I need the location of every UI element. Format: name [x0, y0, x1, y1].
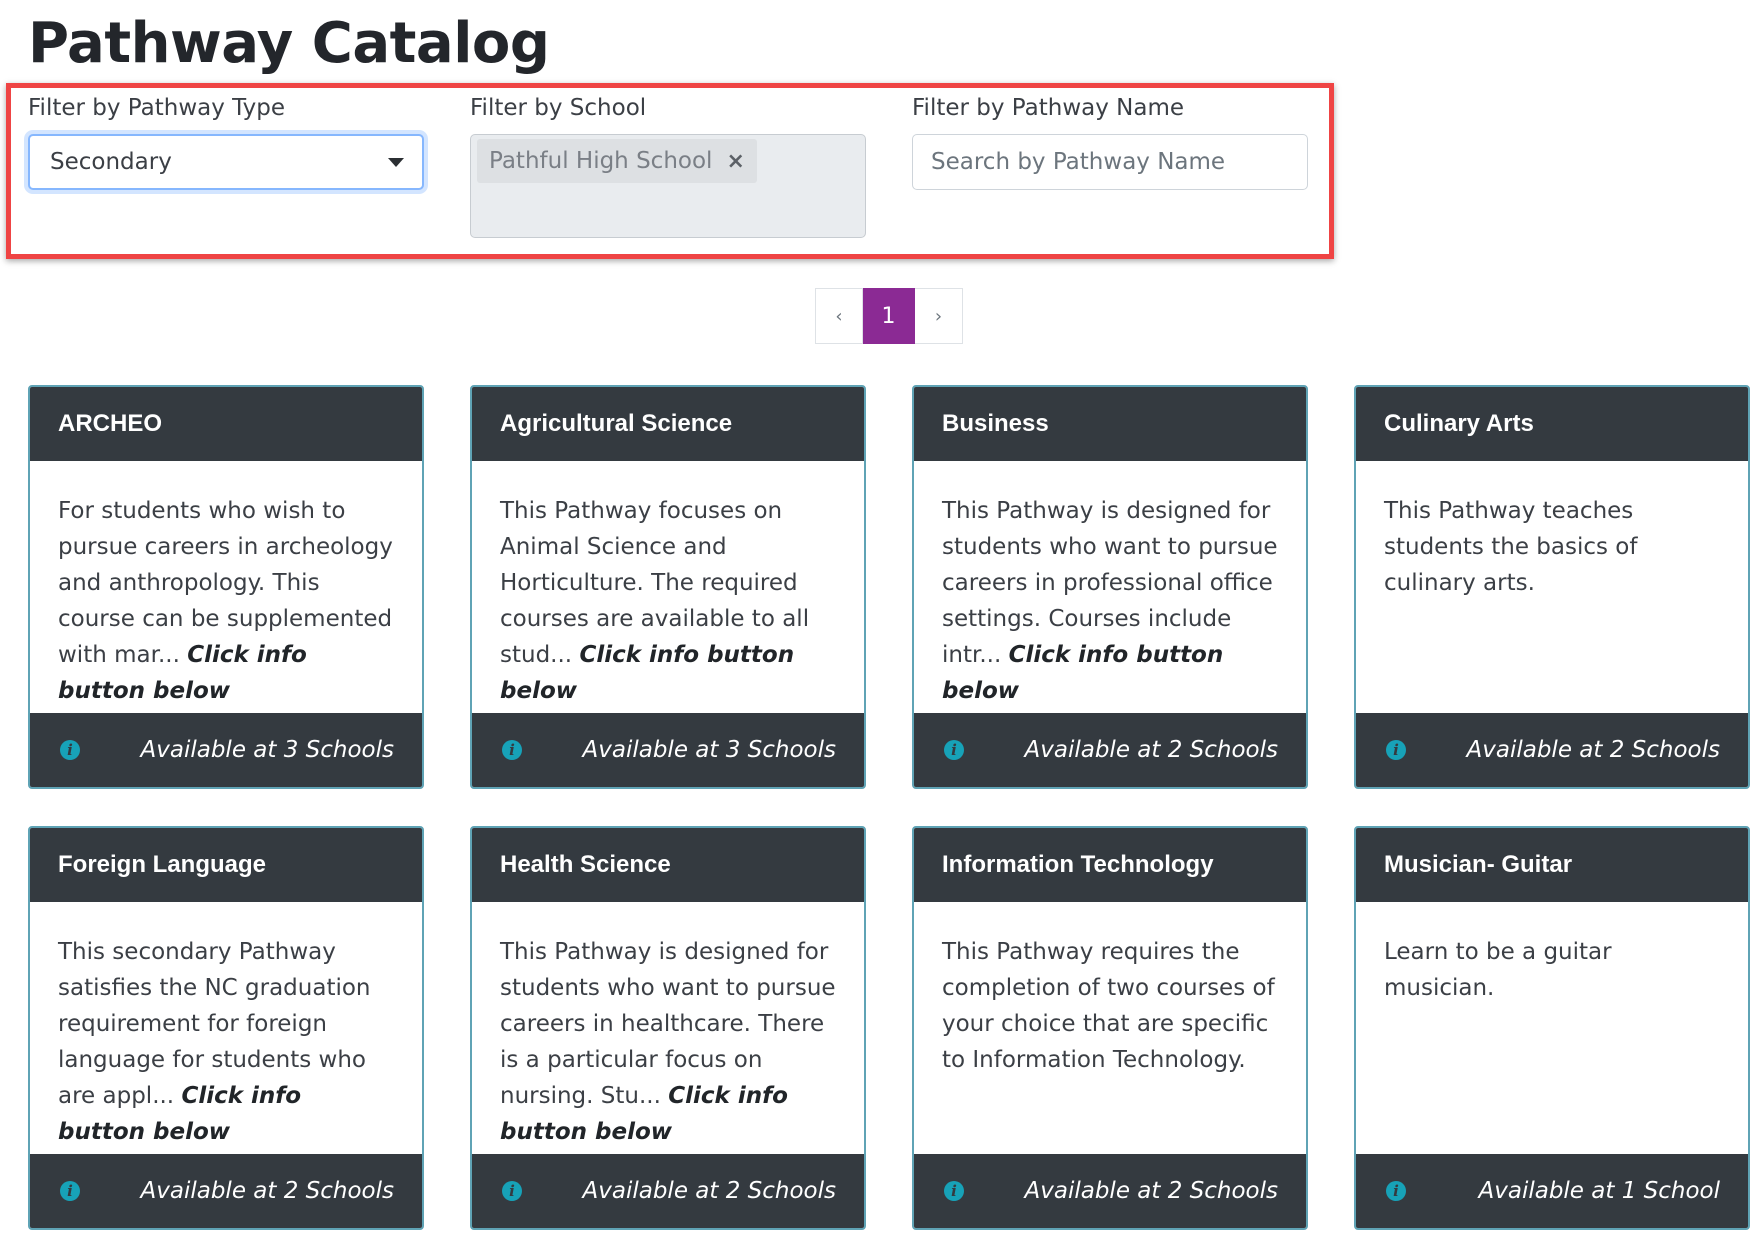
- card-description: This secondary Pathway satisfies the NC …: [30, 902, 422, 1154]
- card-title: Foreign Language: [30, 828, 422, 902]
- card-description: This Pathway is designed for students wh…: [914, 461, 1306, 713]
- page-title: Pathway Catalog: [28, 11, 550, 76]
- info-icon[interactable]: i: [60, 740, 80, 760]
- card-footer: i Available at 2 Schools: [1356, 713, 1748, 787]
- card-description: For students who wish to pursue careers …: [30, 461, 422, 713]
- card-availability: Available at 2 Schools: [140, 1178, 394, 1204]
- school-chip-label: Pathful High School: [489, 148, 713, 174]
- card-description-text: This Pathway requires the completion of …: [942, 939, 1275, 1073]
- info-icon[interactable]: i: [944, 1181, 964, 1201]
- card-title: Musician- Guitar: [1356, 828, 1748, 902]
- pathway-type-select[interactable]: Secondary: [28, 134, 424, 190]
- card-description: This Pathway teaches students the basics…: [1356, 461, 1748, 713]
- card-availability: Available at 2 Schools: [1024, 1178, 1278, 1204]
- card-footer: i Available at 2 Schools: [30, 1154, 422, 1228]
- card-title: Health Science: [472, 828, 864, 902]
- info-icon[interactable]: i: [944, 740, 964, 760]
- card-availability: Available at 1 School: [1478, 1178, 1721, 1204]
- card-availability: Available at 2 Schools: [1024, 737, 1278, 763]
- pathway-card: Business This Pathway is designed for st…: [912, 385, 1308, 789]
- pathway-card: Information Technology This Pathway requ…: [912, 826, 1308, 1230]
- card-title: Culinary Arts: [1356, 387, 1748, 461]
- card-description: This Pathway requires the completion of …: [914, 902, 1306, 1154]
- card-description: Learn to be a guitar musician.: [1356, 902, 1748, 1154]
- pathway-name-search-input[interactable]: [912, 134, 1308, 190]
- card-footer: i Available at 2 Schools: [914, 1154, 1306, 1228]
- filter-pathway-name-label: Filter by Pathway Name: [912, 95, 1185, 121]
- info-icon[interactable]: i: [1386, 1181, 1406, 1201]
- card-title: Business: [914, 387, 1306, 461]
- filter-school-label: Filter by School: [470, 95, 647, 121]
- card-availability: Available at 2 Schools: [1466, 737, 1720, 763]
- caret-down-icon: [388, 157, 404, 167]
- card-description: This Pathway is designed for students wh…: [472, 902, 864, 1154]
- card-description-text: Learn to be a guitar musician.: [1384, 939, 1612, 1001]
- filter-pathway-name: Filter by Pathway Name: [912, 92, 1308, 190]
- filter-pathway-type: Filter by Pathway Type Secondary: [28, 92, 424, 190]
- info-icon[interactable]: i: [1386, 740, 1406, 760]
- card-footer: i Available at 2 Schools: [472, 1154, 864, 1228]
- pathway-card: ARCHEO For students who wish to pursue c…: [28, 385, 424, 789]
- info-icon[interactable]: i: [502, 740, 522, 760]
- pathway-card: Agricultural Science This Pathway focuse…: [470, 385, 866, 789]
- card-availability: Available at 3 Schools: [582, 737, 836, 763]
- card-footer: i Available at 3 Schools: [472, 713, 864, 787]
- info-icon[interactable]: i: [502, 1181, 522, 1201]
- school-multiselect[interactable]: Pathful High School ×: [470, 134, 866, 238]
- card-title: Information Technology: [914, 828, 1306, 902]
- pathway-card: Foreign Language This secondary Pathway …: [28, 826, 424, 1230]
- card-title: Agricultural Science: [472, 387, 864, 461]
- filter-school: Filter by School Pathful High School ×: [470, 92, 866, 238]
- pagination: ‹ 1 ›: [815, 288, 963, 344]
- card-description-text: This Pathway teaches students the basics…: [1384, 498, 1638, 596]
- pagination-page-1[interactable]: 1: [863, 288, 915, 344]
- pagination-prev-button[interactable]: ‹: [815, 288, 863, 344]
- pathway-card: Culinary Arts This Pathway teaches stude…: [1354, 385, 1750, 789]
- pathway-card: Health Science This Pathway is designed …: [470, 826, 866, 1230]
- close-icon[interactable]: ×: [726, 149, 744, 174]
- card-availability: Available at 3 Schools: [140, 737, 394, 763]
- card-footer: i Available at 3 Schools: [30, 713, 422, 787]
- pagination-next-button[interactable]: ›: [915, 288, 963, 344]
- card-description: This Pathway focuses on Animal Science a…: [472, 461, 864, 713]
- filter-pathway-type-label: Filter by Pathway Type: [28, 95, 285, 121]
- card-footer: i Available at 2 Schools: [914, 713, 1306, 787]
- card-footer: i Available at 1 School: [1356, 1154, 1748, 1228]
- card-title: ARCHEO: [30, 387, 422, 461]
- pathway-card: Musician- Guitar Learn to be a guitar mu…: [1354, 826, 1750, 1230]
- pathway-type-selected-value: Secondary: [50, 149, 172, 175]
- card-availability: Available at 2 Schools: [582, 1178, 836, 1204]
- school-chip: Pathful High School ×: [477, 139, 757, 183]
- info-icon[interactable]: i: [60, 1181, 80, 1201]
